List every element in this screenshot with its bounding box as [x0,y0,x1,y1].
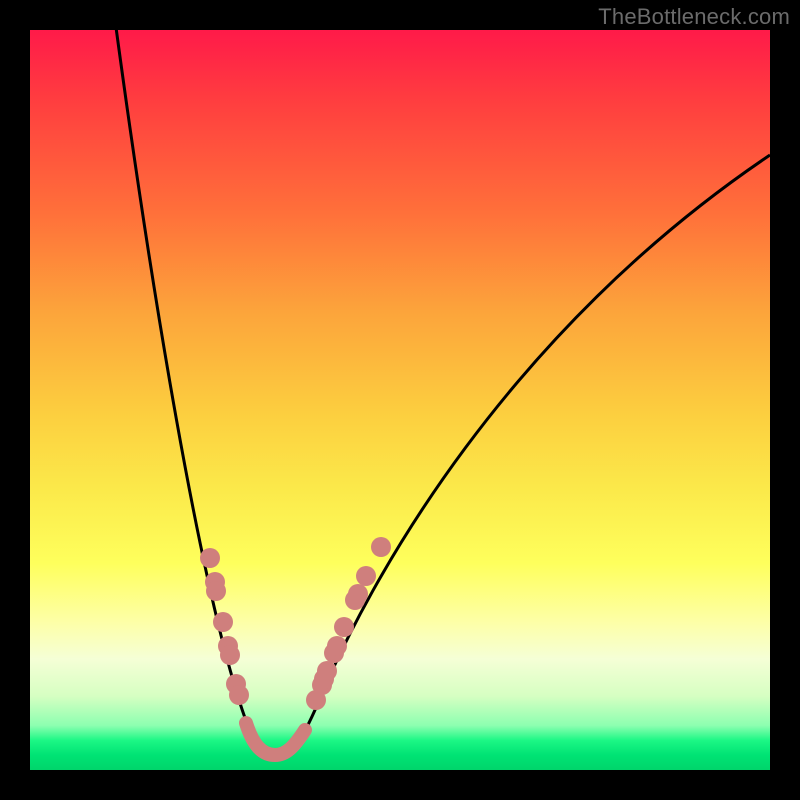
marker-dot [317,661,337,681]
chart-svg [30,30,770,770]
plot-area [30,30,770,770]
marker-dot [220,645,240,665]
marker-cluster-right [306,537,391,710]
bottom-thick-segment [246,723,305,755]
marker-dot [334,617,354,637]
marker-dot [213,612,233,632]
curve-left-branch [115,20,275,757]
chart-frame: TheBottleneck.com [0,0,800,800]
marker-dot [229,685,249,705]
curve-right-branch [275,155,770,757]
marker-dot [371,537,391,557]
marker-dot [348,584,368,604]
marker-dot [206,581,226,601]
watermark-label: TheBottleneck.com [598,4,790,30]
marker-dot [356,566,376,586]
marker-dot [327,636,347,656]
marker-dot [200,548,220,568]
